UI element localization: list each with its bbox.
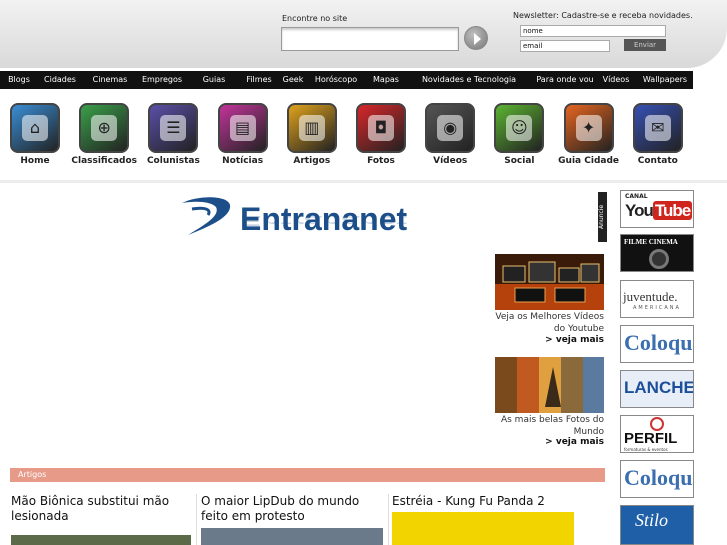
ad-perfil-text: PERFIL bbox=[624, 430, 678, 447]
nav-item-para-onde-vou[interactable]: Para onde vou bbox=[536, 71, 594, 89]
ad-filme-cinema-text: FILME CINEMA bbox=[624, 238, 678, 246]
tile-label[interactable]: Contato bbox=[621, 156, 695, 166]
perfil-logo-icon bbox=[650, 417, 664, 431]
promo-photos-text: As mais belas Fotos do Mundo bbox=[500, 415, 604, 437]
newsletter-submit-button[interactable]: Enviar bbox=[624, 39, 666, 51]
tile-label[interactable]: Social bbox=[482, 156, 556, 166]
site-logo[interactable]: Entrananet Entrananet bbox=[178, 193, 407, 253]
search-input[interactable] bbox=[281, 27, 459, 51]
ad-stilo-text: Stilo bbox=[635, 510, 669, 530]
section-title-artigos: Artigos bbox=[10, 468, 605, 482]
nav-item-cinemas[interactable]: Cinemas bbox=[90, 71, 130, 89]
nav-item-horoscopo[interactable]: Horóscopo bbox=[313, 71, 359, 89]
chat-icon: ☰ bbox=[160, 115, 187, 141]
ad-lanche[interactable]: LANCHE bbox=[620, 370, 694, 408]
nav-item-guias[interactable]: Guias bbox=[199, 71, 229, 89]
column-divider bbox=[388, 494, 389, 545]
ad-youtube-canal: CANAL bbox=[625, 193, 648, 200]
ad-juventude-americana[interactable]: juventude. AMERICANA bbox=[620, 280, 694, 318]
nav-item-mapas[interactable]: Mapas bbox=[369, 71, 403, 89]
tile-artigos[interactable]: ▥ bbox=[286, 103, 337, 153]
tile-label[interactable]: Fotos bbox=[344, 156, 418, 166]
main-nav: Blogs Cidades Cinemas Empregos Guias Fil… bbox=[0, 71, 693, 89]
tile-label[interactable]: Notícias bbox=[206, 156, 280, 166]
header-bar: Encontre no site Newsletter: Cadastre-se… bbox=[0, 0, 727, 68]
world-photos-image[interactable] bbox=[495, 357, 604, 413]
newsletter-name-field[interactable]: nome bbox=[520, 25, 666, 37]
tile-label[interactable]: Classificados bbox=[67, 156, 141, 166]
newsletter-label: Newsletter: Cadastre-se e receba novidad… bbox=[513, 11, 693, 20]
ad-youtube[interactable]: CANAL You Tube bbox=[620, 190, 694, 228]
document-icon: ▥ bbox=[298, 115, 325, 141]
nav-item-videos[interactable]: Vídeos bbox=[601, 71, 631, 89]
nav-item-blogs[interactable]: Blogs bbox=[4, 71, 34, 89]
tile-label[interactable]: Artigos bbox=[275, 156, 349, 166]
magnifier-icon: ⊕ bbox=[91, 115, 118, 141]
tile-contato[interactable]: ✉ bbox=[632, 103, 683, 153]
nav-item-cidades[interactable]: Cidades bbox=[42, 71, 78, 89]
tile-guia-cidade[interactable]: ✦ bbox=[563, 103, 614, 153]
promo-videos-more-link[interactable]: > veja mais bbox=[495, 335, 604, 345]
ad-stilo[interactable]: Stilo bbox=[620, 505, 694, 545]
promo-photos-more-link[interactable]: > veja mais bbox=[495, 437, 604, 447]
ad-coloque-text: Coloque bbox=[624, 330, 693, 355]
article-title-1[interactable]: Mão Biônica substitui mão lesionada bbox=[11, 494, 189, 524]
tile-label[interactable]: Home bbox=[0, 156, 72, 166]
newspaper-icon: ▤ bbox=[229, 115, 256, 141]
people-icon: ☺ bbox=[506, 115, 533, 141]
tile-not-cias[interactable]: ▤ bbox=[217, 103, 268, 153]
nav-item-wallpapers[interactable]: Wallpapers bbox=[641, 71, 689, 89]
youtube-videos-image[interactable] bbox=[495, 254, 604, 310]
ad-coloque-2[interactable]: Coloque bbox=[620, 460, 694, 498]
film-reel-icon bbox=[649, 249, 669, 269]
article-image-1[interactable] bbox=[11, 535, 191, 545]
promo-videos-text: Veja os Melhores Vídeos do Youtube bbox=[495, 312, 604, 334]
tile-label[interactable]: Guia Cidade bbox=[552, 156, 626, 166]
tile-social[interactable]: ☺ bbox=[494, 103, 545, 153]
logo-swoosh-icon bbox=[182, 197, 231, 235]
ad-coloque-1[interactable]: Coloque bbox=[620, 325, 694, 363]
tile-label[interactable]: Vídeos bbox=[413, 156, 487, 166]
search-label: Encontre no site bbox=[282, 14, 348, 23]
nav-item-empregos[interactable]: Empregos bbox=[140, 71, 184, 89]
nav-item-novidades[interactable]: Novidades e Tecnologia bbox=[421, 71, 517, 89]
ad-coloque-text-2: Coloque bbox=[624, 465, 693, 490]
ad-filme-cinema[interactable]: FILME CINEMA bbox=[620, 234, 694, 272]
ad-americana-text: AMERICANA bbox=[633, 305, 681, 311]
article-image-2[interactable] bbox=[201, 528, 383, 545]
photo-icon: ◘ bbox=[368, 115, 394, 141]
ad-lanche-text: LANCHE bbox=[624, 378, 694, 397]
tile-label[interactable]: Colunistas bbox=[136, 156, 210, 166]
map-icon: ✦ bbox=[575, 115, 602, 141]
newsletter-email-field[interactable]: email bbox=[520, 40, 610, 52]
tile-v-deos[interactable]: ◉ bbox=[425, 103, 476, 153]
search-submit-button[interactable] bbox=[464, 26, 488, 50]
article-title-3[interactable]: Estréia - Kung Fu Panda 2 bbox=[392, 494, 592, 509]
anuncie-tab[interactable]: Anuncie bbox=[598, 192, 607, 242]
film-icon: ◉ bbox=[437, 115, 464, 141]
article-title-2[interactable]: O maior LipDub do mundo feito em protest… bbox=[201, 494, 383, 524]
home-icon: ⌂ bbox=[22, 115, 48, 141]
ad-perfil[interactable]: PERFIL formaturas & eventos bbox=[620, 415, 694, 453]
nav-item-filmes[interactable]: Filmes bbox=[243, 71, 275, 89]
logo-reflection: Entrananet bbox=[240, 212, 408, 229]
ad-youtube-logo: You Tube bbox=[625, 201, 693, 220]
divider bbox=[0, 180, 727, 183]
ad-perfil-sub: formaturas & eventos bbox=[624, 447, 668, 452]
tile-classificados[interactable]: ⊕ bbox=[79, 103, 130, 153]
envelope-icon: ✉ bbox=[644, 115, 671, 141]
column-divider bbox=[196, 494, 197, 545]
tile-colunistas[interactable]: ☰ bbox=[148, 103, 199, 153]
tile-fotos[interactable]: ◘ bbox=[356, 103, 406, 153]
nav-item-geek[interactable]: Geek bbox=[280, 71, 306, 89]
tile-home[interactable]: ⌂ bbox=[10, 103, 60, 153]
article-image-3[interactable] bbox=[392, 512, 574, 545]
ad-juventude-text: juventude. bbox=[623, 289, 678, 304]
